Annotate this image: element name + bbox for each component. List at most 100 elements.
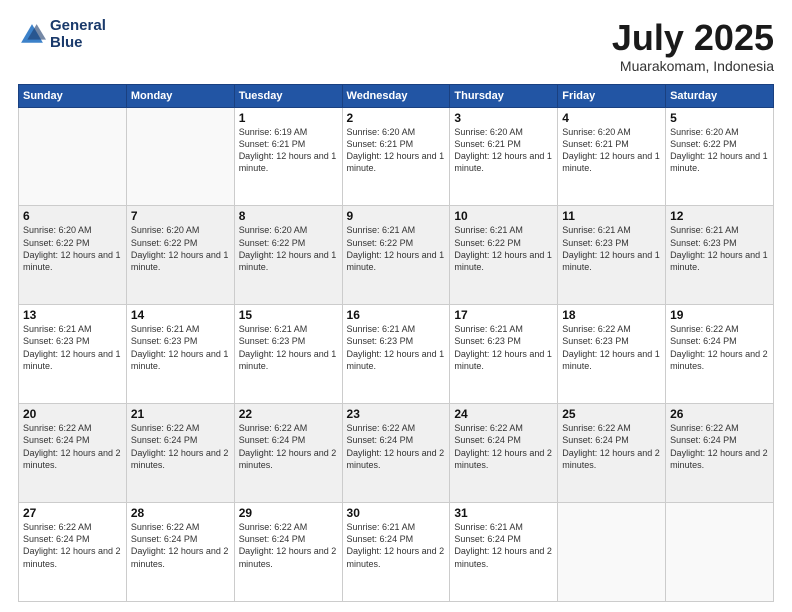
header: General Blue July 2025 Muarakomam, Indon…: [18, 18, 774, 74]
calendar-cell-0-4: 3Sunrise: 6:20 AM Sunset: 6:21 PM Daylig…: [450, 107, 558, 206]
day-number: 10: [454, 209, 553, 223]
day-info: Sunrise: 6:20 AM Sunset: 6:22 PM Dayligh…: [131, 224, 230, 273]
day-info: Sunrise: 6:21 AM Sunset: 6:23 PM Dayligh…: [239, 323, 338, 372]
day-number: 14: [131, 308, 230, 322]
calendar-cell-0-0: [19, 107, 127, 206]
calendar-cell-3-4: 24Sunrise: 6:22 AM Sunset: 6:24 PM Dayli…: [450, 404, 558, 503]
day-info: Sunrise: 6:22 AM Sunset: 6:24 PM Dayligh…: [131, 422, 230, 471]
calendar-cell-1-2: 8Sunrise: 6:20 AM Sunset: 6:22 PM Daylig…: [234, 206, 342, 305]
calendar-cell-3-2: 22Sunrise: 6:22 AM Sunset: 6:24 PM Dayli…: [234, 404, 342, 503]
header-sunday: Sunday: [19, 84, 127, 107]
day-info: Sunrise: 6:21 AM Sunset: 6:23 PM Dayligh…: [454, 323, 553, 372]
calendar-cell-4-0: 27Sunrise: 6:22 AM Sunset: 6:24 PM Dayli…: [19, 503, 127, 602]
day-info: Sunrise: 6:22 AM Sunset: 6:24 PM Dayligh…: [454, 422, 553, 471]
calendar-cell-1-6: 12Sunrise: 6:21 AM Sunset: 6:23 PM Dayli…: [666, 206, 774, 305]
title-section: July 2025 Muarakomam, Indonesia: [612, 18, 774, 74]
logo-text: General Blue: [50, 18, 106, 51]
day-number: 23: [347, 407, 446, 421]
day-number: 22: [239, 407, 338, 421]
day-info: Sunrise: 6:21 AM Sunset: 6:24 PM Dayligh…: [347, 521, 446, 570]
day-info: Sunrise: 6:22 AM Sunset: 6:24 PM Dayligh…: [23, 521, 122, 570]
day-number: 25: [562, 407, 661, 421]
day-number: 8: [239, 209, 338, 223]
day-number: 30: [347, 506, 446, 520]
day-info: Sunrise: 6:22 AM Sunset: 6:24 PM Dayligh…: [131, 521, 230, 570]
day-number: 6: [23, 209, 122, 223]
month-title: July 2025: [612, 18, 774, 58]
day-number: 12: [670, 209, 769, 223]
day-number: 4: [562, 111, 661, 125]
day-info: Sunrise: 6:21 AM Sunset: 6:23 PM Dayligh…: [347, 323, 446, 372]
calendar-table: Sunday Monday Tuesday Wednesday Thursday…: [18, 84, 774, 602]
header-saturday: Saturday: [666, 84, 774, 107]
day-info: Sunrise: 6:22 AM Sunset: 6:24 PM Dayligh…: [239, 422, 338, 471]
header-tuesday: Tuesday: [234, 84, 342, 107]
calendar-row-2: 13Sunrise: 6:21 AM Sunset: 6:23 PM Dayli…: [19, 305, 774, 404]
calendar-cell-2-4: 17Sunrise: 6:21 AM Sunset: 6:23 PM Dayli…: [450, 305, 558, 404]
day-number: 3: [454, 111, 553, 125]
calendar-cell-1-1: 7Sunrise: 6:20 AM Sunset: 6:22 PM Daylig…: [126, 206, 234, 305]
day-info: Sunrise: 6:22 AM Sunset: 6:24 PM Dayligh…: [239, 521, 338, 570]
calendar-cell-3-3: 23Sunrise: 6:22 AM Sunset: 6:24 PM Dayli…: [342, 404, 450, 503]
day-info: Sunrise: 6:20 AM Sunset: 6:22 PM Dayligh…: [239, 224, 338, 273]
calendar-cell-1-4: 10Sunrise: 6:21 AM Sunset: 6:22 PM Dayli…: [450, 206, 558, 305]
day-number: 7: [131, 209, 230, 223]
day-number: 2: [347, 111, 446, 125]
calendar-cell-2-3: 16Sunrise: 6:21 AM Sunset: 6:23 PM Dayli…: [342, 305, 450, 404]
day-number: 18: [562, 308, 661, 322]
header-thursday: Thursday: [450, 84, 558, 107]
calendar-cell-2-5: 18Sunrise: 6:22 AM Sunset: 6:23 PM Dayli…: [558, 305, 666, 404]
day-info: Sunrise: 6:20 AM Sunset: 6:22 PM Dayligh…: [670, 126, 769, 175]
calendar-cell-3-6: 26Sunrise: 6:22 AM Sunset: 6:24 PM Dayli…: [666, 404, 774, 503]
calendar-cell-3-1: 21Sunrise: 6:22 AM Sunset: 6:24 PM Dayli…: [126, 404, 234, 503]
weekday-header-row: Sunday Monday Tuesday Wednesday Thursday…: [19, 84, 774, 107]
calendar-cell-2-0: 13Sunrise: 6:21 AM Sunset: 6:23 PM Dayli…: [19, 305, 127, 404]
header-friday: Friday: [558, 84, 666, 107]
calendar-cell-0-5: 4Sunrise: 6:20 AM Sunset: 6:21 PM Daylig…: [558, 107, 666, 206]
calendar-cell-0-2: 1Sunrise: 6:19 AM Sunset: 6:21 PM Daylig…: [234, 107, 342, 206]
day-number: 1: [239, 111, 338, 125]
calendar-cell-0-3: 2Sunrise: 6:20 AM Sunset: 6:21 PM Daylig…: [342, 107, 450, 206]
day-info: Sunrise: 6:20 AM Sunset: 6:21 PM Dayligh…: [454, 126, 553, 175]
day-number: 24: [454, 407, 553, 421]
day-info: Sunrise: 6:22 AM Sunset: 6:24 PM Dayligh…: [23, 422, 122, 471]
day-info: Sunrise: 6:21 AM Sunset: 6:23 PM Dayligh…: [670, 224, 769, 273]
day-info: Sunrise: 6:21 AM Sunset: 6:22 PM Dayligh…: [454, 224, 553, 273]
calendar-cell-2-6: 19Sunrise: 6:22 AM Sunset: 6:24 PM Dayli…: [666, 305, 774, 404]
day-number: 20: [23, 407, 122, 421]
calendar-row-3: 20Sunrise: 6:22 AM Sunset: 6:24 PM Dayli…: [19, 404, 774, 503]
calendar-cell-4-3: 30Sunrise: 6:21 AM Sunset: 6:24 PM Dayli…: [342, 503, 450, 602]
calendar-cell-3-5: 25Sunrise: 6:22 AM Sunset: 6:24 PM Dayli…: [558, 404, 666, 503]
calendar-row-0: 1Sunrise: 6:19 AM Sunset: 6:21 PM Daylig…: [19, 107, 774, 206]
day-number: 11: [562, 209, 661, 223]
header-monday: Monday: [126, 84, 234, 107]
day-info: Sunrise: 6:19 AM Sunset: 6:21 PM Dayligh…: [239, 126, 338, 175]
day-info: Sunrise: 6:22 AM Sunset: 6:23 PM Dayligh…: [562, 323, 661, 372]
day-info: Sunrise: 6:21 AM Sunset: 6:23 PM Dayligh…: [131, 323, 230, 372]
calendar-cell-1-3: 9Sunrise: 6:21 AM Sunset: 6:22 PM Daylig…: [342, 206, 450, 305]
calendar-cell-4-2: 29Sunrise: 6:22 AM Sunset: 6:24 PM Dayli…: [234, 503, 342, 602]
day-info: Sunrise: 6:21 AM Sunset: 6:22 PM Dayligh…: [347, 224, 446, 273]
day-info: Sunrise: 6:22 AM Sunset: 6:24 PM Dayligh…: [670, 422, 769, 471]
logo-icon: [18, 21, 46, 49]
calendar-cell-4-4: 31Sunrise: 6:21 AM Sunset: 6:24 PM Dayli…: [450, 503, 558, 602]
logo-line2: Blue: [50, 35, 106, 52]
day-number: 19: [670, 308, 769, 322]
calendar-cell-4-1: 28Sunrise: 6:22 AM Sunset: 6:24 PM Dayli…: [126, 503, 234, 602]
day-info: Sunrise: 6:21 AM Sunset: 6:23 PM Dayligh…: [23, 323, 122, 372]
calendar-cell-0-1: [126, 107, 234, 206]
calendar-cell-1-0: 6Sunrise: 6:20 AM Sunset: 6:22 PM Daylig…: [19, 206, 127, 305]
day-info: Sunrise: 6:21 AM Sunset: 6:23 PM Dayligh…: [562, 224, 661, 273]
day-number: 26: [670, 407, 769, 421]
header-wednesday: Wednesday: [342, 84, 450, 107]
logo: General Blue: [18, 18, 106, 51]
calendar-cell-0-6: 5Sunrise: 6:20 AM Sunset: 6:22 PM Daylig…: [666, 107, 774, 206]
calendar-cell-2-2: 15Sunrise: 6:21 AM Sunset: 6:23 PM Dayli…: [234, 305, 342, 404]
calendar-cell-1-5: 11Sunrise: 6:21 AM Sunset: 6:23 PM Dayli…: [558, 206, 666, 305]
day-number: 29: [239, 506, 338, 520]
day-number: 27: [23, 506, 122, 520]
day-info: Sunrise: 6:22 AM Sunset: 6:24 PM Dayligh…: [562, 422, 661, 471]
day-number: 31: [454, 506, 553, 520]
day-info: Sunrise: 6:22 AM Sunset: 6:24 PM Dayligh…: [670, 323, 769, 372]
day-number: 17: [454, 308, 553, 322]
